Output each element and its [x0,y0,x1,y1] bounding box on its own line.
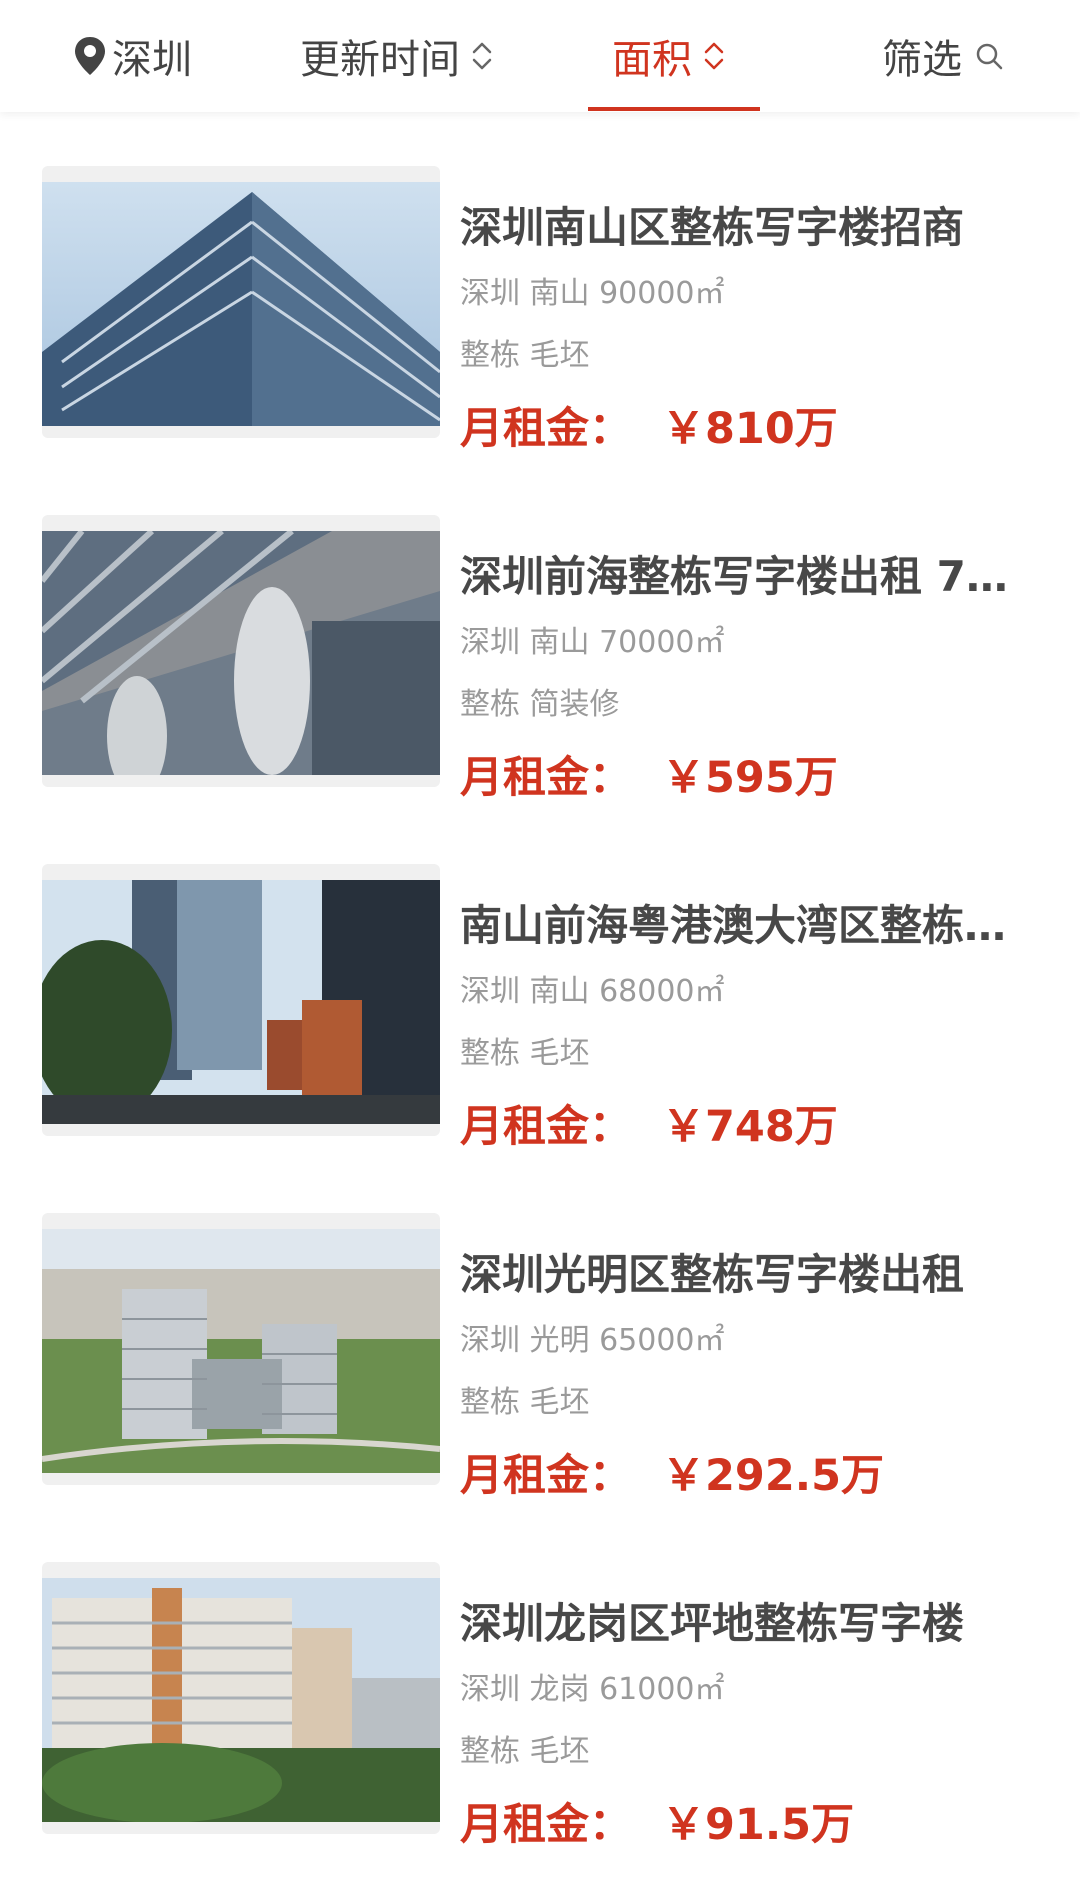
listing-location-area: 深圳 龙岗 61000㎡ [460,1672,725,1707]
filter-button[interactable]: 筛选 [882,0,1004,112]
search-icon [976,43,1003,70]
listing-location-area: 深圳 光明 65000㎡ [460,1323,725,1358]
rent-value: ￥91.5万 [662,1800,855,1850]
rent-label: 月租金： [460,1800,632,1850]
sort-updown-icon [472,42,492,70]
building-photo [42,1229,440,1473]
listing-title: 南山前海粤港澳大湾区整栋写字楼 [460,901,1040,950]
listing-thumbnail[interactable] [42,166,440,438]
listing-tags: 整栋 简装修 [460,687,620,722]
listing-rent: 月租金： ￥595万 [460,743,838,805]
sort-updown-icon [704,42,724,70]
listing-location-area: 深圳 南山 70000㎡ [460,625,725,660]
listing-location-area: 深圳 南山 68000㎡ [460,974,725,1009]
listing-title: 深圳前海整栋写字楼出租 7万平 [460,552,1040,601]
listing-tags: 整栋 毛坯 [460,1036,590,1071]
rent-value: ￥810万 [662,404,838,454]
city-label: 深圳 [112,37,192,83]
location-pin-icon [75,37,105,75]
rent-value: ￥748万 [662,1102,838,1152]
rent-value: ￥292.5万 [662,1451,885,1501]
listing-thumbnail[interactable] [42,1213,440,1485]
listing-title: 深圳龙岗区坪地整栋写字楼 [460,1599,965,1648]
filter-bar: 深圳 更新时间 面积 筛选 [0,0,1080,112]
rent-value: ￥595万 [662,753,838,803]
building-photo [42,1578,440,1822]
building-photo [42,531,440,775]
listing-title: 深圳南山区整栋写字楼招商 [460,203,965,252]
listing-rent: 月租金： ￥748万 [460,1092,838,1154]
listing-tags: 整栋 毛坯 [460,1734,590,1769]
listing-location-area: 深圳 南山 90000㎡ [460,276,725,311]
listing-card[interactable]: 南山前海粤港澳大湾区整栋写字楼 深圳 南山 68000㎡ 整栋 毛坯 月租金： ￥… [0,864,1080,1154]
active-tab-indicator [588,107,760,111]
rent-label: 月租金： [460,404,632,454]
sort-by-update-time[interactable]: 更新时间 [300,0,494,112]
listing-card[interactable]: 深圳南山区整栋写字楼招商 深圳 南山 90000㎡ 整栋 毛坯 月租金： ￥810… [0,166,1080,456]
filter-label: 筛选 [882,37,962,83]
city-selector[interactable]: 深圳 [72,0,192,112]
listing-tags: 整栋 毛坯 [460,1385,590,1420]
listing-thumbnail[interactable] [42,1562,440,1834]
sort-area-label: 面积 [612,37,692,83]
building-photo [42,880,440,1124]
listing-card[interactable]: 深圳光明区整栋写字楼出租 深圳 光明 65000㎡ 整栋 毛坯 月租金： ￥292… [0,1213,1080,1503]
listing-rent: 月租金： ￥810万 [460,394,838,456]
sort-update-label: 更新时间 [300,37,460,83]
rent-label: 月租金： [460,1102,632,1152]
listing-card[interactable]: 深圳前海整栋写字楼出租 7万平 深圳 南山 70000㎡ 整栋 简装修 月租金：… [0,515,1080,805]
sort-by-area[interactable]: 面积 [612,0,726,112]
listing-rent: 月租金： ￥91.5万 [460,1790,854,1852]
listing-thumbnail[interactable] [42,515,440,787]
listing-title: 深圳光明区整栋写字楼出租 [460,1250,965,1299]
rent-label: 月租金： [460,753,632,803]
listing-rent: 月租金： ￥292.5万 [460,1441,884,1503]
listing-card[interactable]: 深圳龙岗区坪地整栋写字楼 深圳 龙岗 61000㎡ 整栋 毛坯 月租金： ￥91.… [0,1562,1080,1852]
building-photo [42,182,440,426]
listing-tags: 整栋 毛坯 [460,338,590,373]
rent-label: 月租金： [460,1451,632,1501]
listing-thumbnail[interactable] [42,864,440,1136]
